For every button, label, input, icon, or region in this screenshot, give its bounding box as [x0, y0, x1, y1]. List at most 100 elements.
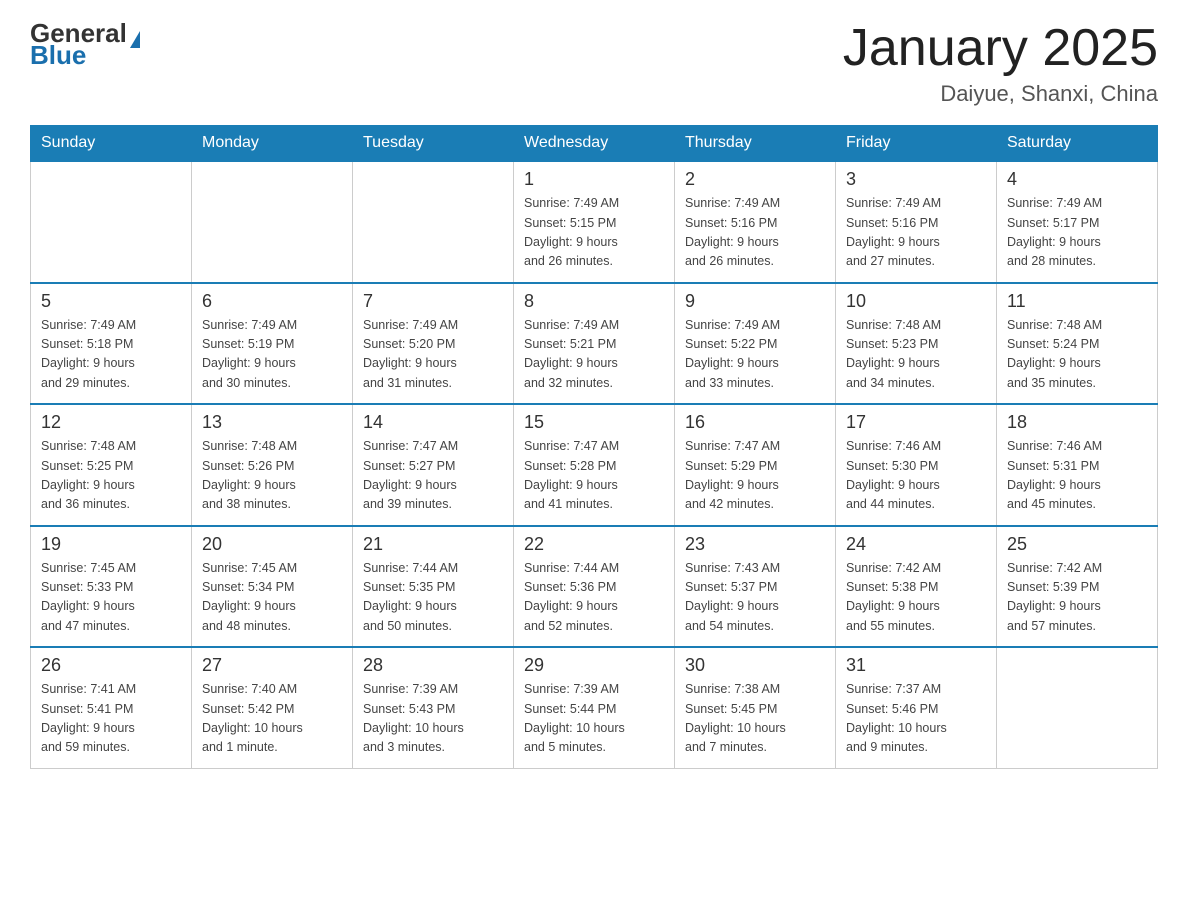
day-info: Sunrise: 7:44 AM Sunset: 5:35 PM Dayligh… [363, 559, 503, 637]
calendar-day-cell [192, 161, 353, 283]
day-number: 8 [524, 291, 664, 312]
day-number: 31 [846, 655, 986, 676]
day-number: 16 [685, 412, 825, 433]
day-info: Sunrise: 7:49 AM Sunset: 5:22 PM Dayligh… [685, 316, 825, 394]
day-info: Sunrise: 7:37 AM Sunset: 5:46 PM Dayligh… [846, 680, 986, 758]
day-info: Sunrise: 7:39 AM Sunset: 5:44 PM Dayligh… [524, 680, 664, 758]
day-info: Sunrise: 7:48 AM Sunset: 5:23 PM Dayligh… [846, 316, 986, 394]
calendar-day-cell: 9 Sunrise: 7:49 AM Sunset: 5:22 PM Daylig… [675, 283, 836, 405]
logo-blue-text: Blue [30, 42, 86, 68]
calendar-day-cell: 15Sunrise: 7:47 AM Sunset: 5:28 PM Dayli… [514, 404, 675, 526]
day-of-week-header: Friday [836, 126, 997, 162]
day-info: Sunrise: 7:44 AM Sunset: 5:36 PM Dayligh… [524, 559, 664, 637]
day-number: 23 [685, 534, 825, 555]
day-number: 12 [41, 412, 181, 433]
day-info: Sunrise: 7:47 AM Sunset: 5:29 PM Dayligh… [685, 437, 825, 515]
day-info: Sunrise: 7:47 AM Sunset: 5:28 PM Dayligh… [524, 437, 664, 515]
day-of-week-header: Sunday [31, 126, 192, 162]
day-number: 3 [846, 169, 986, 190]
calendar-day-cell: 1 Sunrise: 7:49 AM Sunset: 5:15 PM Daylig… [514, 161, 675, 283]
day-of-week-header: Wednesday [514, 126, 675, 162]
day-number: 26 [41, 655, 181, 676]
day-number: 7 [363, 291, 503, 312]
day-of-week-header: Monday [192, 126, 353, 162]
day-info: Sunrise: 7:39 AM Sunset: 5:43 PM Dayligh… [363, 680, 503, 758]
calendar-day-cell: 5Sunrise: 7:49 AM Sunset: 5:18 PM Daylig… [31, 283, 192, 405]
day-number: 13 [202, 412, 342, 433]
day-number: 21 [363, 534, 503, 555]
calendar-title: January 2025 [843, 20, 1158, 77]
calendar-day-cell: 4Sunrise: 7:49 AM Sunset: 5:17 PM Daylig… [997, 161, 1158, 283]
day-info: Sunrise: 7:41 AM Sunset: 5:41 PM Dayligh… [41, 680, 181, 758]
calendar-day-cell: 21 Sunrise: 7:44 AM Sunset: 5:35 PM Dayli… [353, 526, 514, 648]
day-number: 1 [524, 169, 664, 190]
calendar-day-cell: 3Sunrise: 7:49 AM Sunset: 5:16 PM Daylig… [836, 161, 997, 283]
calendar-day-cell: 13 Sunrise: 7:48 AM Sunset: 5:26 PM Dayli… [192, 404, 353, 526]
logo: General Blue [30, 20, 140, 68]
day-number: 19 [41, 534, 181, 555]
calendar-day-cell: 7Sunrise: 7:49 AM Sunset: 5:20 PM Daylig… [353, 283, 514, 405]
day-info: Sunrise: 7:48 AM Sunset: 5:26 PM Dayligh… [202, 437, 342, 515]
calendar-day-cell: 23 Sunrise: 7:43 AM Sunset: 5:37 PM Dayli… [675, 526, 836, 648]
day-info: Sunrise: 7:49 AM Sunset: 5:16 PM Dayligh… [685, 194, 825, 272]
calendar-table: SundayMondayTuesdayWednesdayThursdayFrid… [30, 125, 1158, 769]
calendar-day-cell [353, 161, 514, 283]
calendar-day-cell: 22 Sunrise: 7:44 AM Sunset: 5:36 PM Dayli… [514, 526, 675, 648]
calendar-day-cell: 31 Sunrise: 7:37 AM Sunset: 5:46 PM Dayli… [836, 647, 997, 768]
day-number: 10 [846, 291, 986, 312]
day-number: 17 [846, 412, 986, 433]
day-info: Sunrise: 7:49 AM Sunset: 5:17 PM Dayligh… [1007, 194, 1147, 272]
page-header: General Blue January 2025 Daiyue, Shanxi… [30, 20, 1158, 107]
day-number: 9 [685, 291, 825, 312]
calendar-day-cell: 19 Sunrise: 7:45 AM Sunset: 5:33 PM Dayli… [31, 526, 192, 648]
day-number: 30 [685, 655, 825, 676]
day-number: 27 [202, 655, 342, 676]
day-info: Sunrise: 7:40 AM Sunset: 5:42 PM Dayligh… [202, 680, 342, 758]
day-info: Sunrise: 7:43 AM Sunset: 5:37 PM Dayligh… [685, 559, 825, 637]
day-number: 2 [685, 169, 825, 190]
day-number: 22 [524, 534, 664, 555]
calendar-day-cell [997, 647, 1158, 768]
day-of-week-header: Thursday [675, 126, 836, 162]
calendar-day-cell: 10 Sunrise: 7:48 AM Sunset: 5:23 PM Dayli… [836, 283, 997, 405]
day-info: Sunrise: 7:45 AM Sunset: 5:33 PM Dayligh… [41, 559, 181, 637]
day-number: 25 [1007, 534, 1147, 555]
calendar-week-row: 1 Sunrise: 7:49 AM Sunset: 5:15 PM Daylig… [31, 161, 1158, 283]
calendar-week-row: 26 Sunrise: 7:41 AM Sunset: 5:41 PM Dayli… [31, 647, 1158, 768]
day-info: Sunrise: 7:46 AM Sunset: 5:31 PM Dayligh… [1007, 437, 1147, 515]
day-info: Sunrise: 7:42 AM Sunset: 5:38 PM Dayligh… [846, 559, 986, 637]
day-number: 28 [363, 655, 503, 676]
calendar-week-row: 19 Sunrise: 7:45 AM Sunset: 5:33 PM Dayli… [31, 526, 1158, 648]
calendar-day-cell: 6 Sunrise: 7:49 AM Sunset: 5:19 PM Daylig… [192, 283, 353, 405]
calendar-day-cell [31, 161, 192, 283]
day-info: Sunrise: 7:49 AM Sunset: 5:19 PM Dayligh… [202, 316, 342, 394]
calendar-day-cell: 30Sunrise: 7:38 AM Sunset: 5:45 PM Dayli… [675, 647, 836, 768]
day-number: 14 [363, 412, 503, 433]
day-of-week-header: Tuesday [353, 126, 514, 162]
logo-triangle-icon [130, 31, 140, 48]
day-info: Sunrise: 7:46 AM Sunset: 5:30 PM Dayligh… [846, 437, 986, 515]
day-info: Sunrise: 7:49 AM Sunset: 5:21 PM Dayligh… [524, 316, 664, 394]
day-info: Sunrise: 7:49 AM Sunset: 5:15 PM Dayligh… [524, 194, 664, 272]
day-number: 24 [846, 534, 986, 555]
calendar-day-cell: 12Sunrise: 7:48 AM Sunset: 5:25 PM Dayli… [31, 404, 192, 526]
calendar-day-cell: 11Sunrise: 7:48 AM Sunset: 5:24 PM Dayli… [997, 283, 1158, 405]
calendar-day-cell: 29 Sunrise: 7:39 AM Sunset: 5:44 PM Dayli… [514, 647, 675, 768]
calendar-week-row: 12Sunrise: 7:48 AM Sunset: 5:25 PM Dayli… [31, 404, 1158, 526]
calendar-day-cell: 24 Sunrise: 7:42 AM Sunset: 5:38 PM Dayli… [836, 526, 997, 648]
title-section: January 2025 Daiyue, Shanxi, China [843, 20, 1158, 107]
day-number: 29 [524, 655, 664, 676]
calendar-body: 1 Sunrise: 7:49 AM Sunset: 5:15 PM Daylig… [31, 161, 1158, 768]
day-number: 20 [202, 534, 342, 555]
calendar-day-cell: 26 Sunrise: 7:41 AM Sunset: 5:41 PM Dayli… [31, 647, 192, 768]
days-of-week-row: SundayMondayTuesdayWednesdayThursdayFrid… [31, 126, 1158, 162]
day-number: 6 [202, 291, 342, 312]
day-of-week-header: Saturday [997, 126, 1158, 162]
day-info: Sunrise: 7:45 AM Sunset: 5:34 PM Dayligh… [202, 559, 342, 637]
calendar-day-cell: 20 Sunrise: 7:45 AM Sunset: 5:34 PM Dayli… [192, 526, 353, 648]
day-number: 11 [1007, 291, 1147, 312]
calendar-day-cell: 28 Sunrise: 7:39 AM Sunset: 5:43 PM Dayli… [353, 647, 514, 768]
day-number: 18 [1007, 412, 1147, 433]
calendar-day-cell: 14Sunrise: 7:47 AM Sunset: 5:27 PM Dayli… [353, 404, 514, 526]
calendar-day-cell: 8 Sunrise: 7:49 AM Sunset: 5:21 PM Daylig… [514, 283, 675, 405]
